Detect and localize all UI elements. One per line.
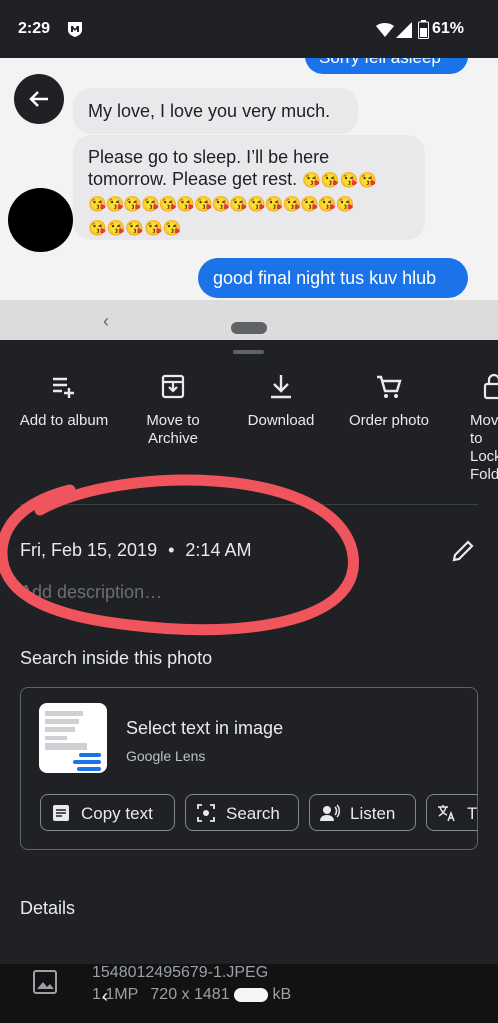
back-button[interactable] bbox=[14, 74, 64, 124]
action-label: Download bbox=[247, 412, 315, 429]
lens-search-icon bbox=[197, 804, 215, 822]
chip-label: Translate bbox=[467, 804, 478, 823]
description-input[interactable]: Add description… bbox=[20, 582, 162, 603]
move-to-locked-folder-button[interactable]: Move to Locked Folder bbox=[448, 370, 498, 484]
google-lens-card[interactable]: Select text in image Google Lens Copy te… bbox=[20, 687, 478, 850]
drag-pill[interactable] bbox=[231, 322, 267, 334]
nav-back-chevron-icon[interactable]: ‹ bbox=[102, 986, 108, 1007]
archive-icon bbox=[161, 374, 185, 399]
add-to-album-button[interactable]: Add to album bbox=[14, 370, 114, 430]
message-bubble-received-2: Please go to sleep. I’ll be here tomorro… bbox=[73, 135, 425, 240]
status-bar: 2:29 61% bbox=[0, 0, 498, 58]
translate-chip[interactable]: Translate bbox=[426, 794, 478, 831]
lock-icon bbox=[483, 373, 498, 400]
time-text: 2:14 AM bbox=[185, 540, 252, 560]
avatar bbox=[8, 188, 73, 252]
emoji-line-2: 😘😘😘😘😘😘😘😘😘😘😘😘😘😘😘 bbox=[88, 196, 354, 213]
action-label: Add to album bbox=[19, 412, 109, 429]
status-time: 2:29 bbox=[18, 20, 51, 37]
listen-chip[interactable]: Listen bbox=[309, 794, 416, 831]
copy-text-chip[interactable]: Copy text bbox=[40, 794, 175, 831]
action-label: Move to Archive bbox=[146, 412, 200, 447]
chip-label: Search bbox=[226, 804, 280, 823]
file-size-unit: kB bbox=[272, 986, 292, 1003]
document-icon bbox=[53, 805, 69, 821]
photo-pager: ‹ bbox=[0, 300, 498, 340]
move-to-archive-button[interactable]: Move to Archive bbox=[123, 370, 223, 448]
photo-thumbnail bbox=[39, 703, 107, 773]
redaction-blob bbox=[234, 987, 269, 1002]
file-details-row: 1548012495679-1.JPEG 1.1MP 720 x 1481 kB… bbox=[0, 964, 498, 1023]
download-icon bbox=[271, 375, 291, 399]
info-sheet: Add to album Move to Archive Download Or… bbox=[0, 340, 498, 1023]
image-file-icon bbox=[33, 970, 57, 994]
chevron-left-icon[interactable]: ‹ bbox=[103, 311, 109, 332]
file-name: 1548012495679-1.JPEG bbox=[92, 964, 269, 981]
message-bubble-sent: good final night tus kuv hlub bbox=[198, 258, 468, 298]
download-button[interactable]: Download bbox=[231, 370, 331, 430]
emoji-line-3: 😘😘😘😘😘 bbox=[88, 220, 182, 237]
action-label: Order photo bbox=[348, 412, 430, 429]
details-title: Details bbox=[20, 898, 76, 918]
date-text: Fri, Feb 15, 2019 bbox=[20, 540, 158, 560]
edit-pencil-icon[interactable] bbox=[450, 538, 476, 564]
action-label: Move to Locked Folder bbox=[470, 412, 498, 483]
sheet-handle[interactable] bbox=[233, 350, 264, 354]
signal-icon bbox=[396, 22, 412, 38]
emoji-line-1: 😘😘😘😘 bbox=[302, 172, 377, 189]
divider bbox=[20, 504, 478, 505]
file-meta: 1.1MP 720 x 1481 kB bbox=[92, 986, 291, 1004]
cart-icon bbox=[377, 375, 402, 398]
chip-label: Listen bbox=[350, 804, 396, 823]
search-chip[interactable]: Search bbox=[185, 794, 299, 831]
battery-percent: 61% bbox=[431, 20, 464, 37]
battery-icon bbox=[418, 20, 429, 39]
photo-preview[interactable]: Sorry fell asleep My love, I love you ve… bbox=[0, 58, 498, 340]
wifi-icon bbox=[376, 23, 394, 37]
lens-subtitle: Google Lens bbox=[126, 748, 206, 764]
add-to-album-icon bbox=[53, 377, 74, 398]
lens-title: Select text in image bbox=[126, 718, 284, 738]
date-separator: • bbox=[168, 540, 175, 560]
listen-icon bbox=[320, 804, 340, 821]
order-photo-button[interactable]: Order photo bbox=[339, 370, 439, 430]
translate-icon bbox=[438, 805, 455, 822]
photo-date[interactable]: Fri, Feb 15, 2019 • 2:14 AM bbox=[20, 540, 251, 561]
file-resolution: 720 x 1481 bbox=[150, 986, 230, 1003]
chip-label: Copy text bbox=[81, 804, 153, 823]
arrow-left-icon bbox=[29, 91, 48, 107]
file-megapixels: 1.1MP bbox=[92, 986, 138, 1003]
message-bubble-received-1: My love, I love you very much. bbox=[73, 88, 358, 134]
message-text: Please go to sleep. I’ll be here tomorro… bbox=[88, 147, 330, 189]
shield-icon bbox=[68, 22, 82, 37]
message-bubble-sent-top: Sorry fell asleep bbox=[305, 58, 468, 74]
search-section-title: Search inside this photo bbox=[20, 648, 213, 668]
